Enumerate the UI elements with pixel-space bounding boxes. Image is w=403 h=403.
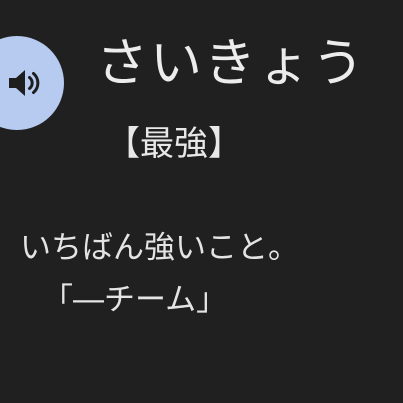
speaker-icon (9, 70, 40, 96)
usage-example: 「―チーム」 (42, 282, 228, 318)
word-kanji: 【最強】 (106, 124, 242, 164)
word-definition: いちばん強いこと。 (20, 230, 299, 266)
word-reading: さいきょう (96, 34, 367, 94)
dictionary-card: さいきょう 【最強】 いちばん強いこと。 「―チーム」 (0, 0, 403, 403)
play-audio-button[interactable] (0, 36, 64, 130)
